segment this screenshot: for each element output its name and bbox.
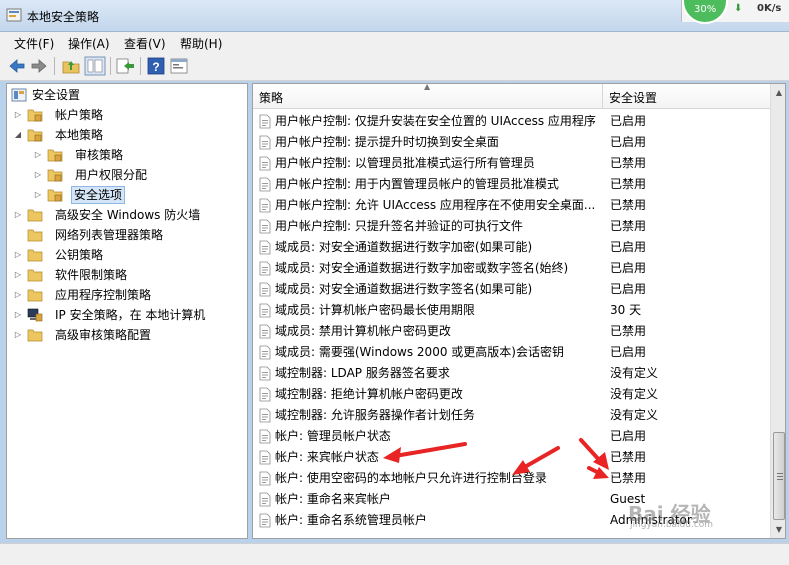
net-percent: 30% xyxy=(694,4,717,15)
collapse-arrow-icon[interactable]: ◢ xyxy=(13,125,23,145)
title-bar: 本地安全策略 xyxy=(0,0,789,32)
expand-arrow-icon[interactable]: ▷ xyxy=(13,305,23,325)
tree-label: 公钥策略 xyxy=(55,248,104,262)
menu-file[interactable]: 文件(F) xyxy=(14,35,54,52)
folder-icon xyxy=(27,249,43,262)
scrollbar-thumb[interactable] xyxy=(773,432,785,520)
tree-label: 安全选项 xyxy=(71,186,126,204)
tree-label: 软件限制策略 xyxy=(55,268,128,282)
scroll-down-icon[interactable]: ▼ xyxy=(771,521,785,538)
watermark-url: jingyan.baidu.com xyxy=(630,520,714,530)
red-arrow-annotation xyxy=(512,446,560,475)
svg-text:?: ? xyxy=(152,60,159,74)
folder-lock-icon xyxy=(27,109,43,122)
tree-label: 高级审核策略配置 xyxy=(55,328,152,342)
expand-arrow-icon[interactable]: ▷ xyxy=(33,165,43,185)
folder-lock-icon xyxy=(47,149,63,162)
thumb-grip xyxy=(777,479,783,480)
folder-icon xyxy=(27,209,43,222)
toolbar-separator xyxy=(140,57,141,75)
policy-list: ▲ 策略 安全设置 用户帐户控制: 仅提升安装在安全位置的 UIAccess 应… xyxy=(252,83,786,539)
menu-bar: 文件(F) 操作(A) 查看(V) 帮助(H) xyxy=(0,32,789,52)
toolbar: ? xyxy=(0,52,789,81)
properties-icon[interactable] xyxy=(168,56,190,76)
security-policy-icon xyxy=(6,8,22,22)
download-arrow-icon: ⬇ xyxy=(734,3,743,14)
red-arrow-annotation xyxy=(579,438,609,470)
ip-security-computer-icon xyxy=(27,308,43,322)
annotation-overlay xyxy=(383,438,609,479)
show-hide-tree-icon[interactable] xyxy=(84,56,106,76)
tree-label: 本地策略 xyxy=(55,128,104,142)
scroll-up-icon[interactable]: ▲ xyxy=(771,84,785,101)
tree-label: 高级安全 Windows 防火墙 xyxy=(55,208,201,222)
up-folder-icon[interactable] xyxy=(60,56,82,76)
folder-lock-icon xyxy=(47,189,63,202)
folder-lock-icon xyxy=(47,169,63,182)
tree-label: 用户权限分配 xyxy=(75,168,148,182)
vertical-scrollbar[interactable]: ▲ ▼ xyxy=(770,84,785,538)
export-list-icon[interactable] xyxy=(114,56,136,76)
expand-arrow-icon[interactable]: ▷ xyxy=(33,185,43,205)
help-icon[interactable]: ? xyxy=(145,56,167,76)
tree-label: 网络列表管理器策略 xyxy=(55,228,164,242)
tree-label: 安全设置 xyxy=(32,88,81,102)
folder-open-lock-icon xyxy=(27,129,43,142)
menu-view[interactable]: 查看(V) xyxy=(124,35,166,52)
window-title: 本地安全策略 xyxy=(27,10,100,24)
expand-arrow-icon[interactable]: ▷ xyxy=(13,245,23,265)
security-settings-icon xyxy=(11,88,27,102)
folder-icon xyxy=(27,289,43,302)
menu-help[interactable]: 帮助(H) xyxy=(180,35,222,52)
tree-label: 审核策略 xyxy=(75,148,124,162)
expand-arrow-icon[interactable]: ▷ xyxy=(13,205,23,225)
toolbar-separator xyxy=(110,57,111,75)
tree-label: 帐户策略 xyxy=(55,108,104,122)
thumb-grip xyxy=(777,473,783,474)
forward-arrow-icon[interactable] xyxy=(28,56,50,76)
menu-action[interactable]: 操作(A) xyxy=(68,35,110,52)
thumb-grip xyxy=(777,476,783,477)
tree-label: IP 安全策略，在 本地计算机 xyxy=(55,308,206,322)
expand-arrow-icon[interactable]: ▷ xyxy=(13,285,23,305)
toolbar-separator xyxy=(54,57,55,75)
expand-arrow-icon[interactable]: ▷ xyxy=(13,105,23,125)
back-arrow-icon[interactable] xyxy=(6,56,28,76)
expand-arrow-icon[interactable]: ▷ xyxy=(13,325,23,345)
expander-placeholder xyxy=(13,225,23,245)
tree-label: 应用程序控制策略 xyxy=(55,288,152,302)
expand-arrow-icon[interactable]: ▷ xyxy=(13,265,23,285)
red-arrow-annotation xyxy=(383,442,467,463)
red-arrow-annotation xyxy=(587,466,609,479)
expand-arrow-icon[interactable]: ▷ xyxy=(33,145,43,165)
folder-icon xyxy=(27,329,43,342)
network-speed: 0K/s xyxy=(757,3,782,14)
status-bar xyxy=(0,543,789,565)
folder-icon xyxy=(27,229,43,242)
navigation-tree: 安全设置 ▷ 帐户策略 ◢ 本地策略 ▷ 审核策略 ▷ 用户权限分配 ▷ 安全选… xyxy=(6,83,248,539)
folder-icon xyxy=(27,269,43,282)
